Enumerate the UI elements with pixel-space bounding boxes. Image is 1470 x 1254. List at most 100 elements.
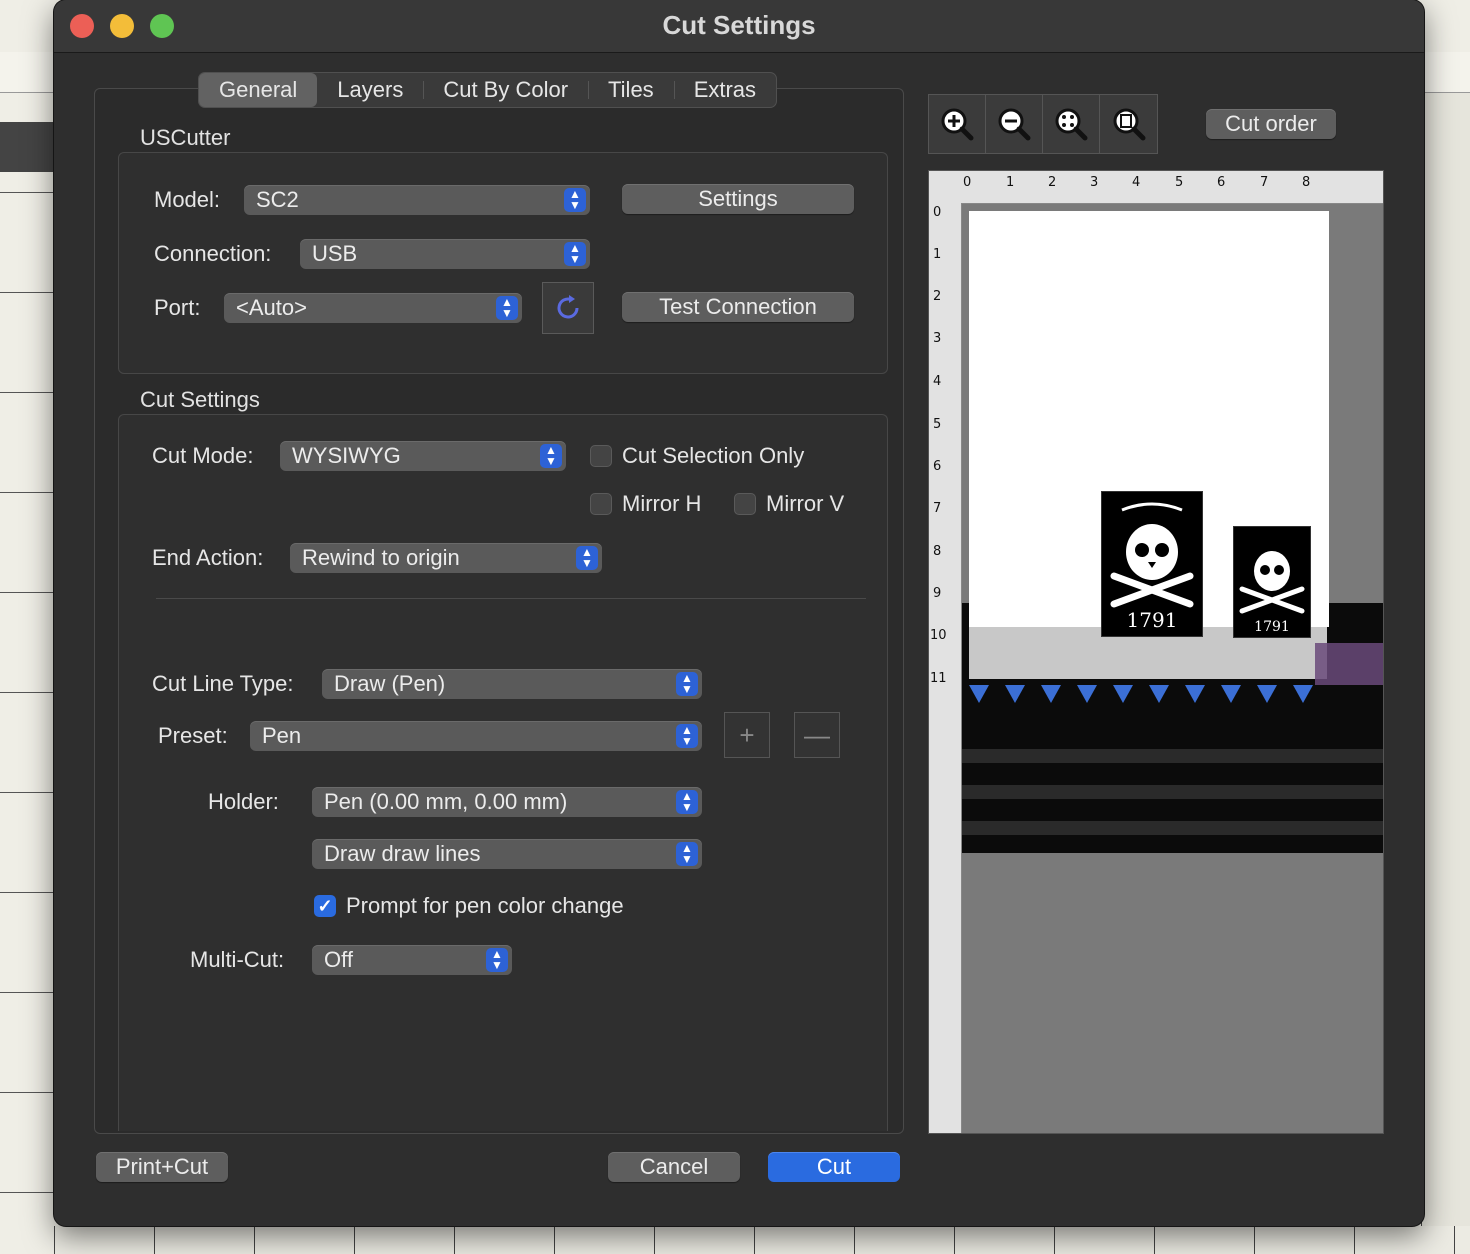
connection-select[interactable]: USB ▲ ▼ [300,239,590,269]
cut-settings-section-title: Cut Settings [140,387,260,412]
multi-cut-label: Multi-Cut: [190,947,285,972]
ruler-tick-label: 11 [930,671,947,686]
mirror-v-label: Mirror V [766,491,845,516]
popup-arrows-icon: ▲ ▼ [496,296,518,320]
connection-select-value: USB [312,241,358,266]
prompt-pen-color-checkbox[interactable]: ✓ [314,895,336,917]
ruler-tick-label: 1 [933,247,942,262]
ruler-tick-label: 3 [933,331,942,346]
multi-cut-select[interactable]: Off ▲ ▼ [312,945,512,975]
roller-marker-icon [1149,685,1169,703]
popup-arrows-icon: ▲ ▼ [676,672,698,696]
cut-order-button[interactable]: Cut order [1206,109,1336,139]
ruler-tick-label: 4 [933,374,942,389]
cut-selection-only-checkbox[interactable] [590,445,612,467]
background-ruler [0,52,54,93]
mirror-h-checkbox[interactable] [590,493,612,515]
popup-arrows-icon: ▲ ▼ [676,724,698,748]
background-canvas-right [1421,92,1470,1254]
zoom-toolbar [928,94,1158,154]
window-title: Cut Settings [662,10,816,40]
end-action-label: End Action: [152,545,264,570]
prompt-pen-color-label: Prompt for pen color change [346,893,624,918]
cut-line-type-select-value: Draw (Pen) [334,671,446,696]
cut-mode-select[interactable]: WYSIWYG ▲ ▼ [280,441,566,471]
ruler-tick-label: 0 [963,175,972,190]
print-cut-button[interactable]: Print+Cut [96,1152,228,1182]
popup-arrows-icon: ▲ ▼ [564,188,586,212]
cut-settings-group [118,414,888,1131]
model-select-value: SC2 [256,187,299,212]
ruler-tick-label: 2 [1048,175,1057,190]
ruler-tick-label: 4 [1132,175,1141,190]
cut-button[interactable]: Cut [768,1152,900,1182]
settings-button[interactable]: Settings [622,184,854,214]
tab-tiles[interactable]: Tiles [588,73,674,107]
background-canvas-bottom [54,1226,1470,1254]
tab-extras[interactable]: Extras [673,73,776,107]
background-canvas-grid [0,92,54,1254]
roller-marker-icon [1113,685,1133,703]
cut-selection-only-label: Cut Selection Only [622,443,805,468]
preset-select[interactable]: Pen ▲ ▼ [250,721,702,751]
minus-icon: — [804,720,830,750]
ruler-tick-label: 5 [933,417,942,432]
popup-arrows-icon: ▲ ▼ [576,546,598,570]
roller-marker-icon [1077,685,1097,703]
divider [156,598,866,599]
preview-ruler-vertical: 0 1 2 3 4 5 6 7 8 9 10 11 [929,203,962,1133]
end-action-select[interactable]: Rewind to origin ▲ ▼ [290,543,602,573]
cancel-button[interactable]: Cancel [608,1152,740,1182]
holder-select-value: Pen (0.00 mm, 0.00 mm) [324,789,568,814]
tab-layers[interactable]: Layers [317,73,423,107]
preset-select-value: Pen [262,723,302,748]
zoom-fit-icon [1055,108,1088,141]
draw-mode-select[interactable]: Draw draw lines ▲ ▼ [312,839,702,869]
uscutter-section-title: USCutter [140,125,231,150]
ruler-tick-label: 5 [1175,175,1184,190]
mirror-v-checkbox[interactable] [734,493,756,515]
zoom-in-button[interactable] [929,95,986,153]
tab-general[interactable]: General [199,73,318,107]
preview-stripe [961,821,1383,835]
design-year-text: 1791 [1126,608,1178,632]
design-year-text: 1791 [1254,619,1290,635]
preview-ruler-horizontal: 0 1 2 3 4 5 6 7 8 [929,171,1383,204]
zoom-out-button[interactable] [986,95,1043,153]
tab-cut-by-color[interactable]: Cut By Color [423,73,588,107]
preset-label: Preset: [158,723,228,748]
ruler-tick-label: 9 [933,586,942,601]
zoom-page-icon [1113,108,1145,141]
cut-line-type-select[interactable]: Draw (Pen) ▲ ▼ [322,669,702,699]
zoom-out-icon [998,108,1031,141]
plus-icon: + [739,720,755,750]
cut-preview[interactable]: 1791 1791 0 1 2 3 4 5 6 7 8 0 1 2 3 4 5 … [928,170,1384,1134]
model-select[interactable]: SC2 ▲ ▼ [244,185,590,215]
ruler-tick-label: 7 [1260,175,1269,190]
remove-preset-button[interactable]: — [794,712,840,758]
zoom-page-button[interactable] [1100,95,1157,153]
zoom-in-icon [941,108,974,141]
background-shape [0,122,54,172]
draw-mode-select-value: Draw draw lines [324,841,481,866]
design-artwork-small[interactable]: 1791 [1233,526,1311,638]
design-artwork-large[interactable]: 1791 [1101,491,1203,637]
port-select[interactable]: <Auto> ▲ ▼ [224,293,522,323]
popup-arrows-icon: ▲ ▼ [540,444,562,468]
cut-line-type-label: Cut Line Type: [152,671,294,696]
title-bar: Cut Settings [54,0,1424,53]
ruler-tick-label: 2 [933,289,942,304]
refresh-icon [557,295,579,319]
mirror-h-label: Mirror H [622,491,702,516]
model-label: Model: [154,187,221,212]
holder-select[interactable]: Pen (0.00 mm, 0.00 mm) ▲ ▼ [312,787,702,817]
zoom-fit-button[interactable] [1043,95,1100,153]
test-connection-button[interactable]: Test Connection [622,292,854,322]
checkmark-icon: ✓ [317,896,333,916]
roller-marker-icon [1257,685,1277,703]
cut-settings-dialog: Cut Settings General Layers Cut By Color… [54,0,1424,1226]
add-preset-button[interactable]: + [724,712,770,758]
popup-arrows-icon: ▲ ▼ [486,948,508,972]
refresh-ports-button[interactable] [542,282,594,334]
preview-stripe [961,749,1383,763]
